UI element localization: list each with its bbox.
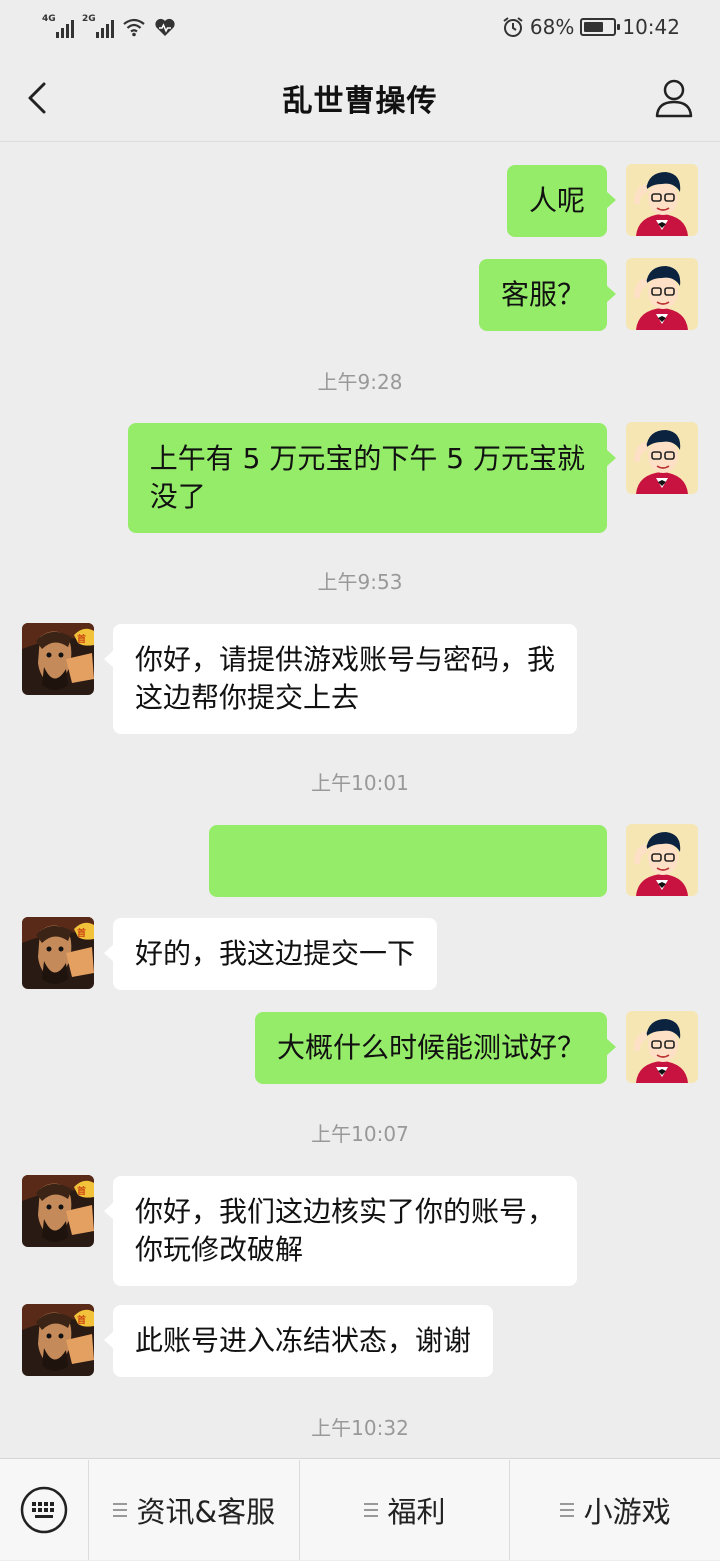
menu-welfare[interactable]: 福利 (298, 1459, 510, 1560)
status-bar: 4G 2G 68% 10:42 (0, 0, 720, 54)
service-message-bubble[interactable]: 此账号进入冻结状态，谢谢 (103, 1305, 494, 1377)
redacted-message-bubble[interactable] (209, 825, 607, 897)
battery-icon (580, 18, 621, 36)
my-message-bubble[interactable]: 上午有 5 万元宝的下午 5 万元宝就 没了 (127, 423, 617, 533)
wifi-icon (123, 18, 145, 37)
status-right: 68% 10:42 (502, 15, 680, 39)
my-avatar[interactable] (626, 258, 698, 330)
message-row (0, 824, 720, 898)
chat-message-list[interactable]: 人呢 客服？ 上午9:28 上午有 5 万元宝的下午 5 万元宝就 没了 上午9… (0, 142, 720, 1458)
service-message-bubble[interactable]: 好的，我这边提交一下 (103, 918, 438, 990)
my-message-bubble[interactable]: 客服？ (478, 259, 617, 331)
clock: 10:42 (622, 15, 680, 39)
message-row: 你好，请提供游戏账号与密码，我 这边帮你提交上去 (0, 623, 720, 734)
menu-mini-games[interactable]: 小游戏 (509, 1459, 720, 1560)
service-avatar[interactable] (22, 623, 94, 695)
alarm-icon (503, 17, 523, 37)
message-row: 你好，我们这边核实了你的账号， 你玩修改破解 (0, 1175, 720, 1286)
menu-label: 资讯&客服 (136, 1494, 276, 1529)
timestamp: 上午9:53 (317, 570, 403, 594)
service-avatar[interactable] (22, 1175, 94, 1247)
back-chevron-icon (28, 82, 46, 114)
message-row: 上午有 5 万元宝的下午 5 万元宝就 没了 (0, 422, 720, 533)
chat-title: 乱世曹操传 (282, 83, 438, 119)
message-row: 客服？ (0, 258, 720, 332)
keyboard-toggle-button[interactable] (0, 1459, 88, 1561)
my-avatar[interactable] (626, 824, 698, 896)
sim2-tag: 2G (82, 14, 96, 24)
my-avatar[interactable] (626, 1011, 698, 1083)
keyboard-icon (20, 1486, 68, 1533)
menu-lines-icon (559, 1502, 574, 1517)
battery-percent: 68% (529, 15, 575, 39)
service-avatar[interactable] (22, 917, 94, 989)
service-message-bubble[interactable]: 你好，请提供游戏账号与密码，我 这边帮你提交上去 (103, 624, 578, 734)
profile-icon (655, 79, 693, 118)
menu-news-service[interactable]: 资讯&客服 (88, 1459, 299, 1560)
message-row: 人呢 (0, 164, 720, 238)
status-left: 4G 2G (42, 14, 176, 38)
my-message-bubble[interactable]: 大概什么时候能测试好？ (254, 1012, 617, 1084)
my-avatar[interactable] (626, 164, 698, 236)
timestamp: 上午10:01 (311, 771, 409, 795)
profile-button[interactable] (652, 76, 696, 120)
timestamp: 上午10:32 (311, 1416, 409, 1440)
menu-label: 福利 (387, 1494, 446, 1529)
back-button[interactable] (20, 76, 60, 120)
nav-bar: 乱世曹操传 (0, 54, 720, 142)
menu-label: 小游戏 (583, 1494, 671, 1529)
message-row: 好的，我这边提交一下 (0, 917, 720, 991)
service-message-bubble[interactable]: 你好，我们这边核实了你的账号， 你玩修改破解 (103, 1176, 578, 1286)
menu-lines-icon (112, 1502, 127, 1517)
timestamp: 上午10:07 (311, 1122, 409, 1146)
my-avatar[interactable] (626, 422, 698, 494)
heart-icon (155, 18, 175, 36)
message-row: 大概什么时候能测试好？ (0, 1011, 720, 1085)
timestamp: 上午9:28 (317, 370, 403, 394)
sim1-tag: 4G (42, 14, 56, 24)
signal-sim2-icon: 2G (82, 14, 114, 38)
my-message-bubble[interactable]: 人呢 (506, 165, 617, 237)
bottom-menu-bar: 资讯&客服 福利 小游戏 (0, 1458, 720, 1560)
signal-sim1-icon: 4G (42, 14, 74, 38)
service-avatar[interactable] (22, 1304, 94, 1376)
menu-lines-icon (363, 1502, 378, 1517)
message-row: 此账号进入冻结状态，谢谢 (0, 1304, 720, 1378)
